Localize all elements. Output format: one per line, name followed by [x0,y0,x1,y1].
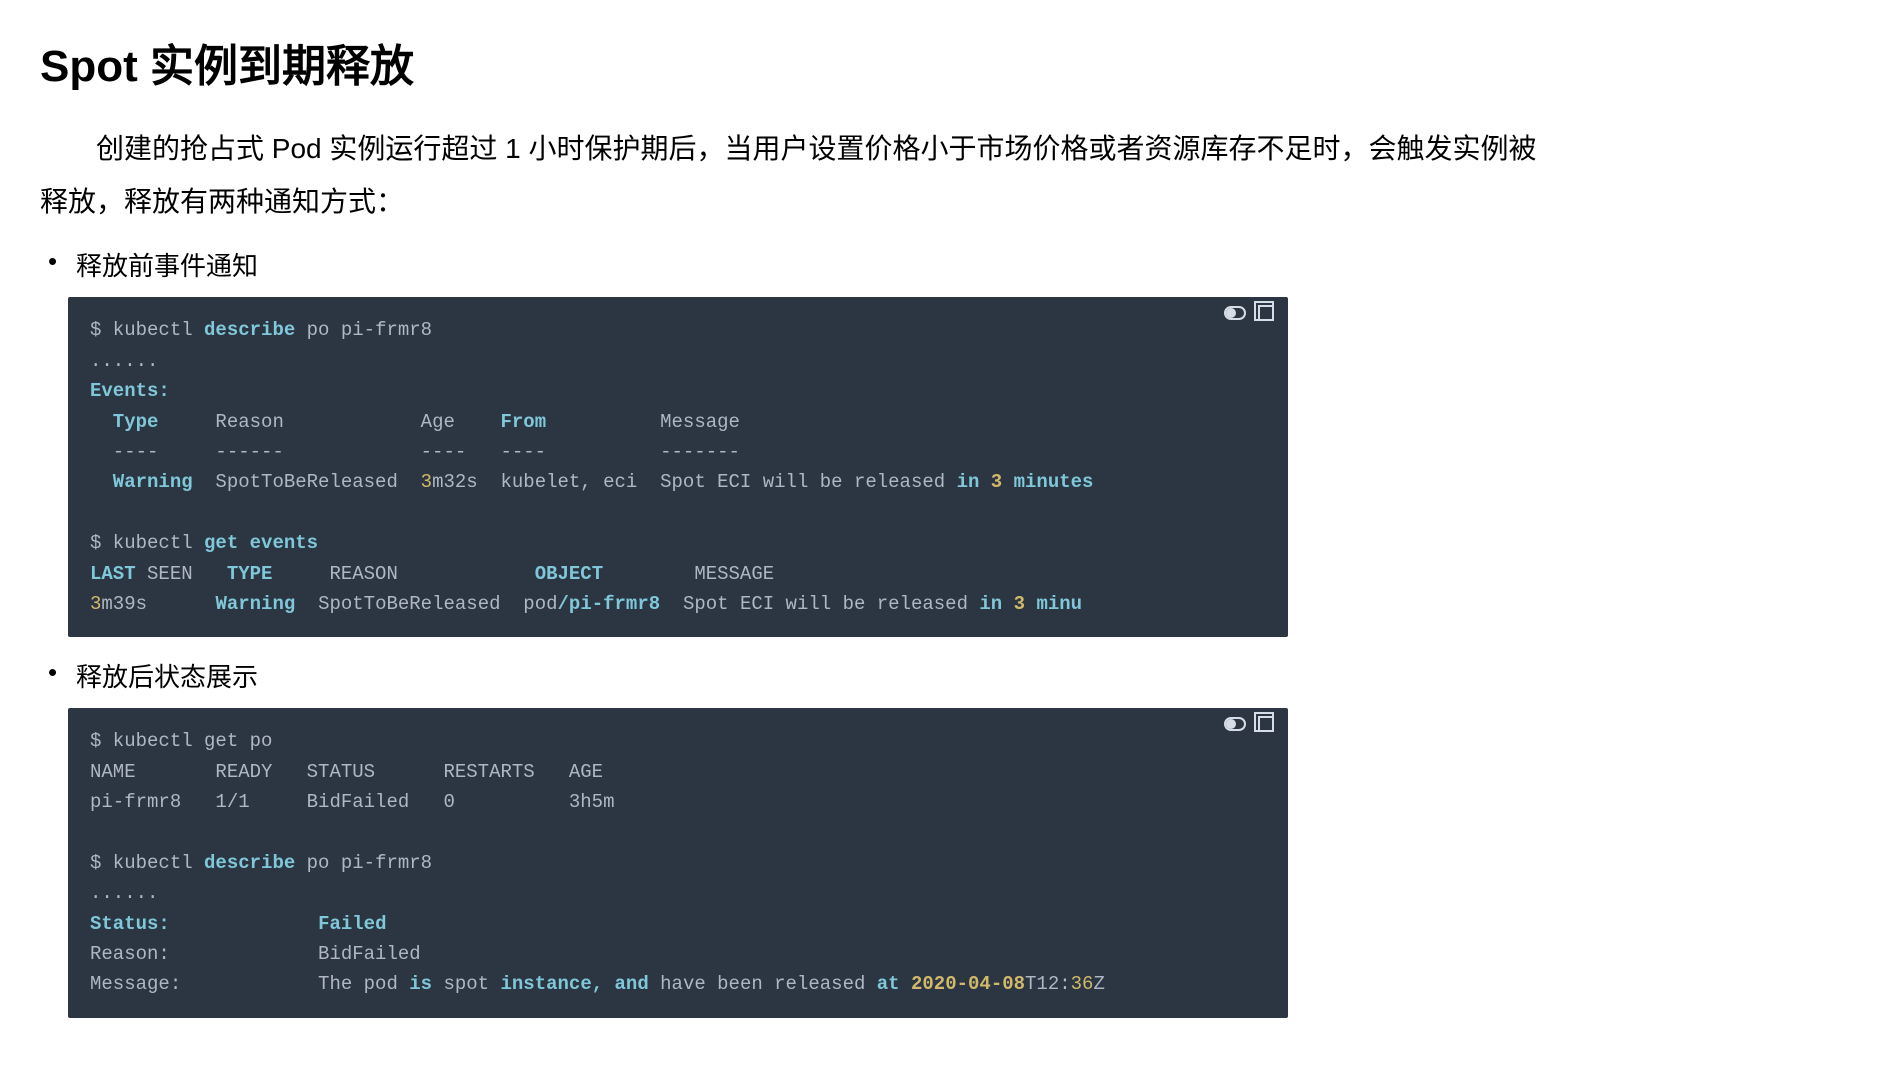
theme-toggle-icon[interactable] [1224,306,1246,320]
copy-icon[interactable] [1258,716,1274,732]
intro-paragraph: 创建的抢占式 Pod 实例运行超过 1 小时保护期后，当用户设置价格小于市场价格… [40,122,1540,228]
copy-icon[interactable] [1258,305,1274,321]
page-title: Spot 实例到期释放 [40,30,1540,94]
bullet-after-release: 释放后状态展示 [48,657,1540,694]
bullet-before-release: 释放前事件通知 [48,246,1540,283]
code-block-status: $ kubectl get po NAME READY STATUS RESTA… [68,708,1288,1018]
theme-toggle-icon[interactable] [1224,717,1246,731]
code-block-events: $ kubectl describe po pi-frmr8 ...... Ev… [68,297,1288,637]
